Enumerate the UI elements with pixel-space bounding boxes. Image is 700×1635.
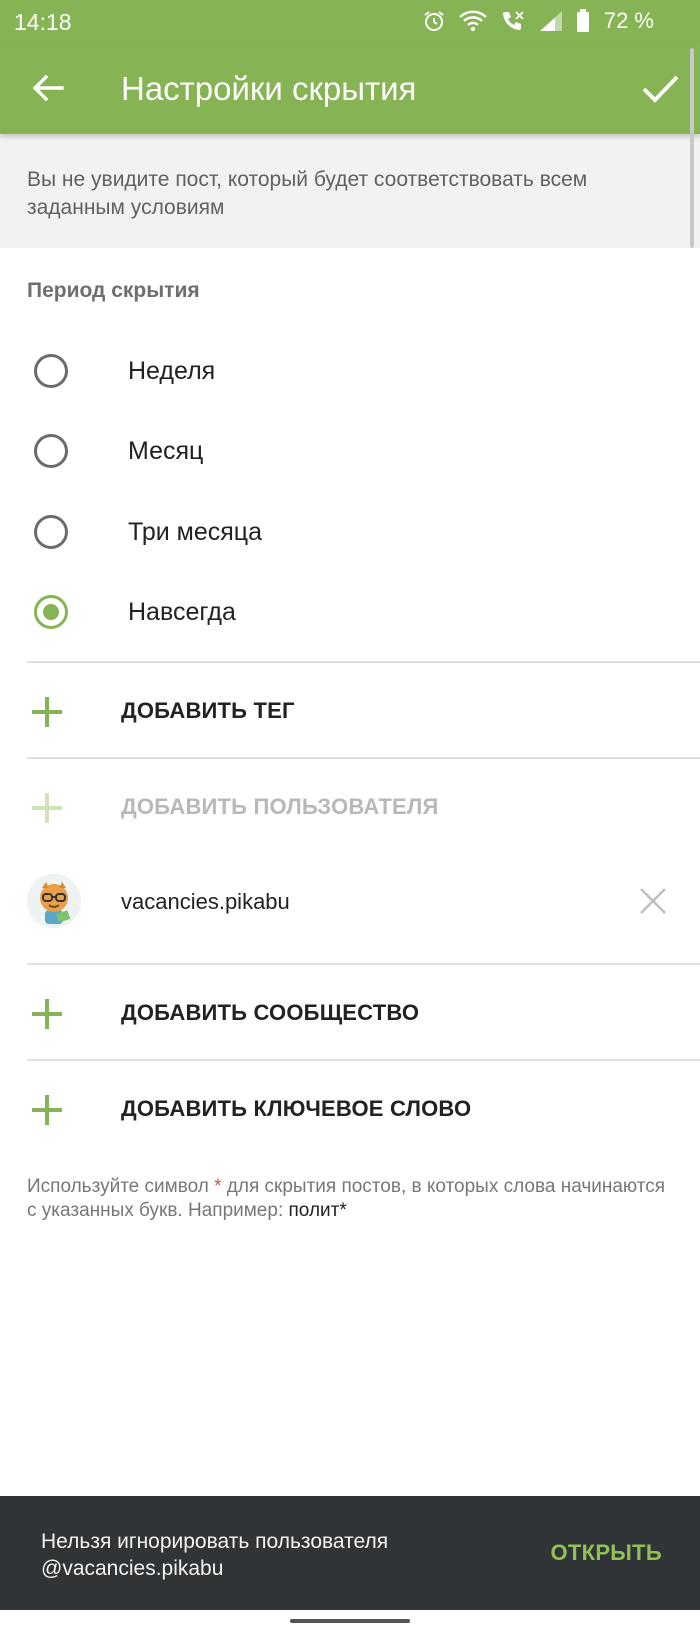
snackbar-open-button[interactable]: ОТКРЫТЬ bbox=[550, 1540, 662, 1566]
period-section-title: Период скрытия bbox=[27, 279, 200, 302]
add-community-label: ДОБАВИТЬ СООБЩЕСТВО bbox=[121, 1000, 420, 1025]
hint-star: * bbox=[214, 1176, 222, 1197]
radio-option-week[interactable]: Неделя bbox=[0, 334, 700, 410]
plus-icon bbox=[32, 793, 62, 823]
plus-icon bbox=[32, 999, 62, 1029]
radio-button[interactable] bbox=[34, 515, 68, 549]
call-icon bbox=[502, 11, 524, 30]
radio-button[interactable] bbox=[34, 434, 68, 468]
wifi-icon bbox=[459, 10, 487, 32]
divider bbox=[27, 757, 700, 759]
snackbar: Нельзя игнорировать пользователя @vacanc… bbox=[0, 1496, 700, 1610]
radio-label: Три месяца bbox=[128, 518, 263, 546]
checkmark-icon[interactable] bbox=[638, 66, 682, 110]
home-gesture-handle[interactable] bbox=[290, 1619, 410, 1623]
page-title: Настройки скрытия bbox=[121, 70, 417, 107]
scrollbar[interactable] bbox=[690, 48, 694, 248]
snackbar-message: Нельзя игнорировать пользователя @vacanc… bbox=[41, 1530, 389, 1580]
divider bbox=[27, 661, 700, 663]
battery-percent: 72 % bbox=[603, 8, 654, 33]
status-bar: 14:18 72 % bbox=[0, 0, 700, 42]
status-icons: 72 % bbox=[422, 8, 654, 34]
alarm-icon bbox=[424, 11, 444, 31]
radio-label: Месяц bbox=[128, 437, 204, 465]
status-time: 14:18 bbox=[14, 9, 72, 35]
plus-icon bbox=[32, 697, 62, 727]
radio-option-forever[interactable]: Навсегда bbox=[0, 575, 700, 651]
add-user-button: ДОБАВИТЬ ПОЛЬЗОВАТЕЛЯ bbox=[0, 760, 700, 854]
radio-button[interactable] bbox=[34, 354, 68, 388]
avatar-image bbox=[27, 874, 81, 928]
add-tag-label: ДОБАВИТЬ ТЕГ bbox=[121, 698, 295, 723]
app-bar: Настройки скрытия bbox=[0, 42, 700, 134]
keyword-hint: Используйте символ * для скрытия постов,… bbox=[27, 1175, 677, 1223]
info-text: Вы не увидите пост, который будет соотве… bbox=[27, 168, 588, 219]
add-keyword-button[interactable]: ДОБАВИТЬ КЛЮЧЕВОЕ СЛОВО bbox=[0, 1062, 700, 1156]
radio-option-month[interactable]: Месяц bbox=[0, 414, 700, 490]
hint-text-before: Используйте символ bbox=[27, 1176, 215, 1197]
radio-button-selected[interactable] bbox=[34, 595, 68, 629]
radio-label: Навсегда bbox=[128, 598, 236, 626]
arrow-back-icon[interactable] bbox=[28, 68, 68, 108]
avatar bbox=[27, 874, 81, 928]
add-community-button[interactable]: ДОБАВИТЬ СООБЩЕСТВО bbox=[0, 966, 700, 1060]
plus-icon bbox=[32, 1095, 62, 1125]
radio-label: Неделя bbox=[128, 357, 216, 385]
close-icon[interactable] bbox=[639, 887, 667, 915]
user-list-item: vacancies.pikabu bbox=[0, 860, 700, 964]
add-keyword-label: ДОБАВИТЬ КЛЮЧЕВОЕ СЛОВО bbox=[121, 1096, 472, 1121]
signal-icon bbox=[539, 11, 562, 31]
info-banner: Вы не увидите пост, который будет соотве… bbox=[0, 134, 700, 248]
hint-example: полит* bbox=[288, 1200, 347, 1221]
navigation-bar bbox=[0, 1610, 700, 1635]
user-name: vacancies.pikabu bbox=[121, 889, 290, 914]
add-user-label: ДОБАВИТЬ ПОЛЬЗОВАТЕЛЯ bbox=[121, 794, 439, 819]
add-tag-button[interactable]: ДОБАВИТЬ ТЕГ bbox=[0, 664, 700, 758]
divider bbox=[27, 1059, 700, 1061]
battery-icon bbox=[576, 9, 589, 32]
radio-option-three-months[interactable]: Три месяца bbox=[0, 495, 700, 571]
divider bbox=[27, 963, 700, 965]
